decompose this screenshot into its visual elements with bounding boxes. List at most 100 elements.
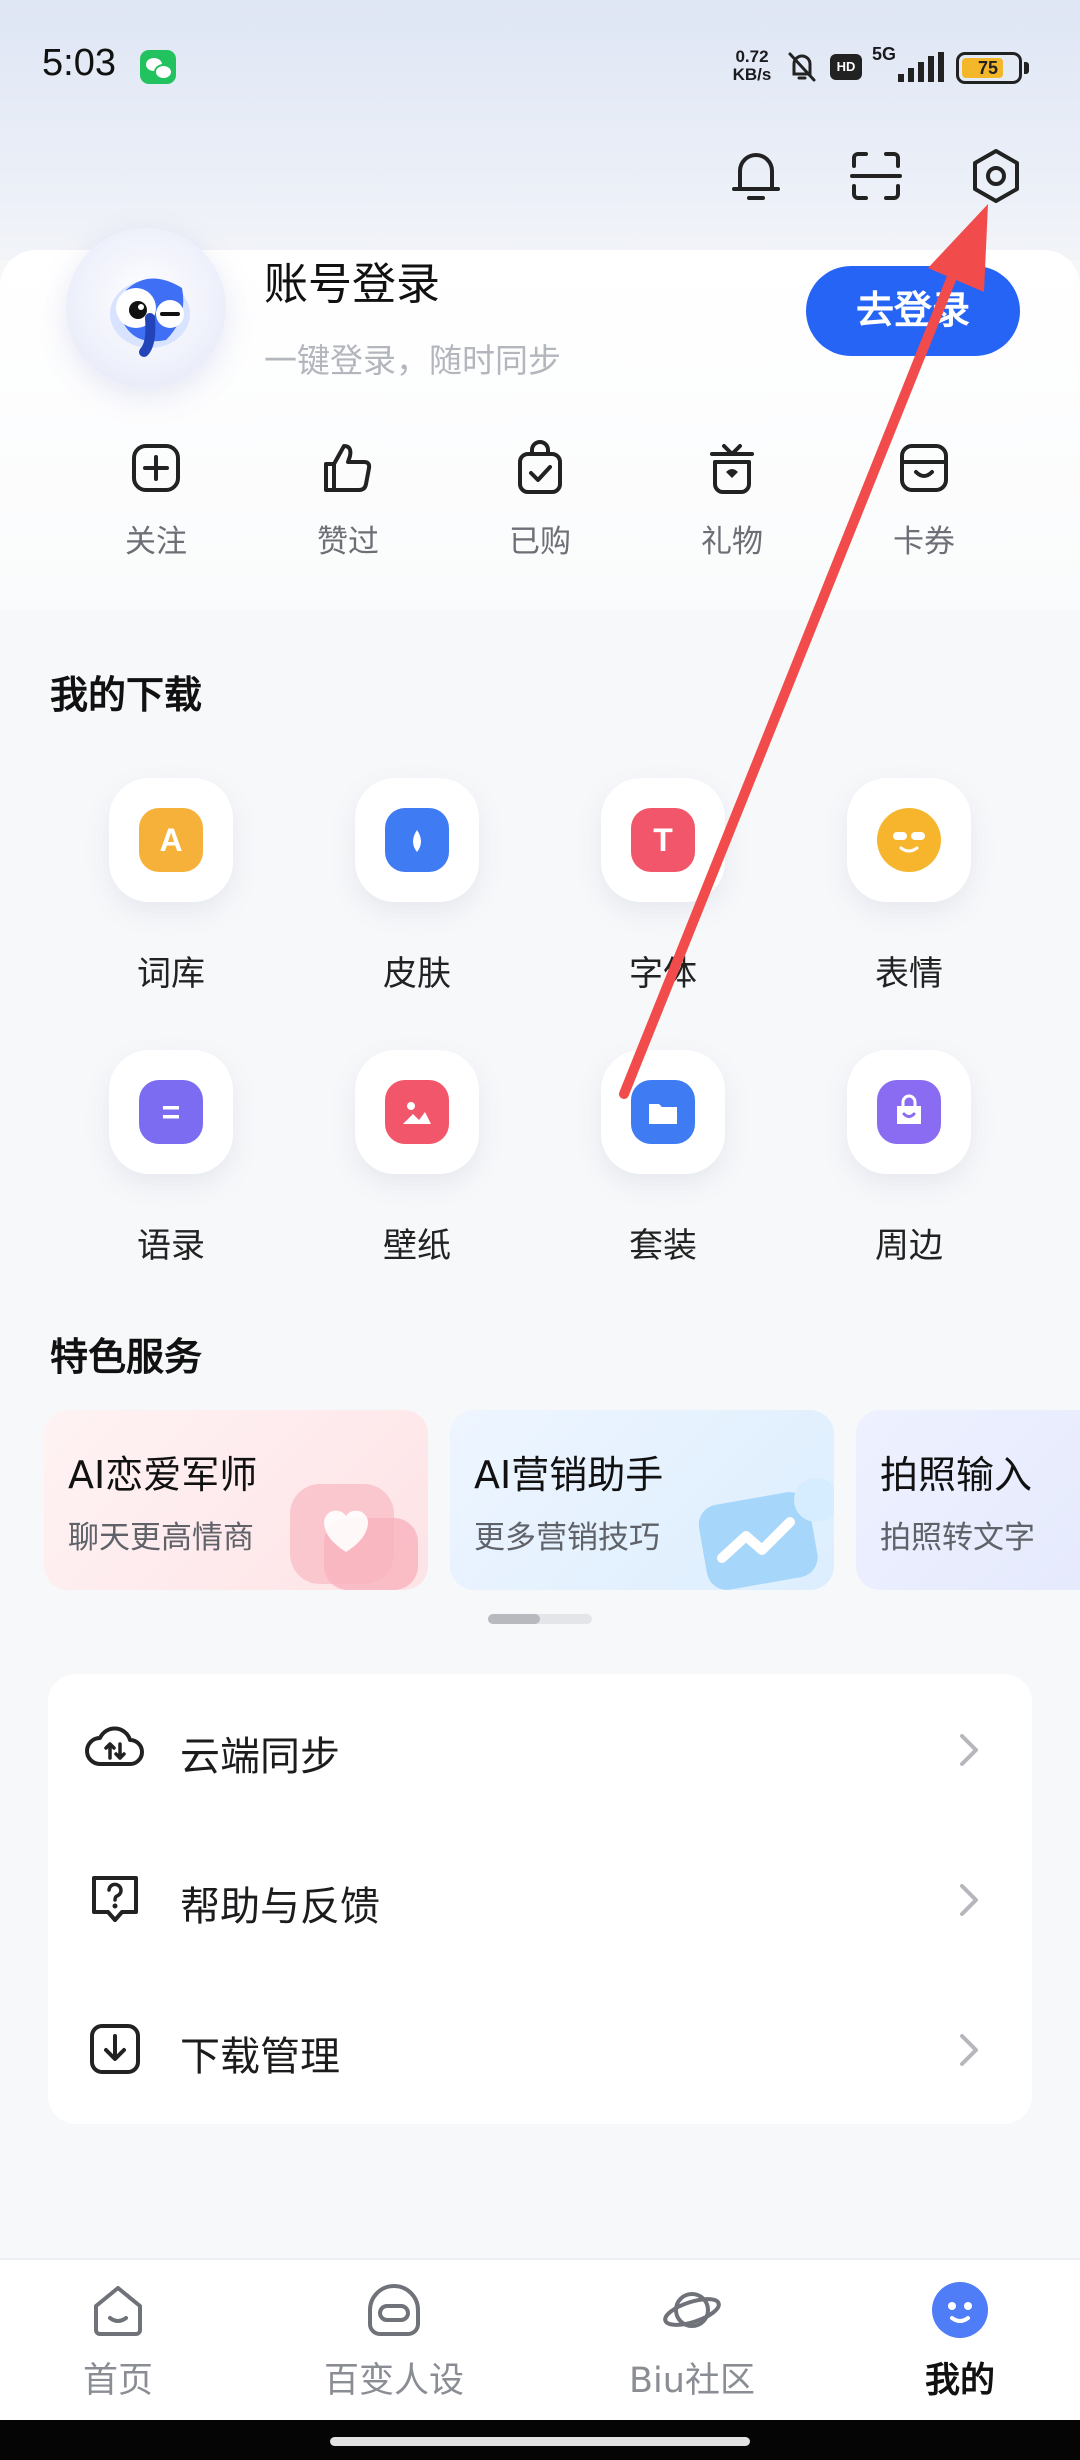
download-item-label: 套装 <box>629 1226 697 1266</box>
wechat-notification-icon <box>140 50 176 84</box>
profile-title[interactable]: 账号登录 <box>264 248 440 312</box>
service-card-subtitle: 聊天更高情商 <box>68 1520 254 1556</box>
download-item-skin[interactable]: 皮肤 <box>332 778 502 998</box>
download-item-label: 壁纸 <box>383 1226 451 1266</box>
quick-action-purchased[interactable]: 已购 <box>470 440 610 570</box>
download-item-bundle[interactable]: 套装 <box>578 1050 748 1270</box>
menu-item-cloud-sync[interactable]: 云端同步 <box>48 1674 1032 1824</box>
scan-icon <box>850 152 902 200</box>
download-item-emoji[interactable]: 表情 <box>824 778 994 998</box>
persona-icon <box>368 2284 420 2336</box>
notification-bell-button[interactable] <box>720 140 792 212</box>
download-item-label: 表情 <box>875 954 943 994</box>
tab-me[interactable]: 我的 <box>860 2260 1060 2422</box>
service-card-title: 拍照输入 <box>880 1453 1033 1497</box>
home-icon <box>94 2286 142 2336</box>
merch-icon <box>877 1080 941 1144</box>
quick-action-label: 赞过 <box>317 524 379 560</box>
network-speed: 0.72 KB/s <box>732 47 772 84</box>
service-card-ai-marketing[interactable]: AI营销助手 更多营销技巧 <box>450 1410 834 1590</box>
tab-label: 我的 <box>924 2361 995 2401</box>
quick-action-label: 卡券 <box>893 524 955 560</box>
menu-list: 云端同步 帮助与反馈 下载管理 <box>48 1674 1032 2124</box>
login-button[interactable]: 去登录 <box>806 266 1020 356</box>
mascot-avatar-icon <box>110 278 190 357</box>
quick-action-label: 礼物 <box>701 524 763 560</box>
tab-label: Biu社区 <box>629 2361 755 2401</box>
menu-item-download-manager[interactable]: 下载管理 <box>48 1974 1032 2124</box>
service-card-photo-input[interactable]: 拍照输入 拍照转文字 <box>856 1410 1080 1590</box>
scan-button[interactable] <box>840 140 912 212</box>
download-item-font[interactable]: T 字体 <box>578 778 748 998</box>
tab-label: 百变人设 <box>323 2361 464 2401</box>
plus-square-icon <box>132 444 180 492</box>
download-item-label: 皮肤 <box>383 954 451 994</box>
skin-icon <box>385 808 449 872</box>
battery-indicator: 75 <box>956 52 1022 84</box>
bottom-tab-bar: 首页 百变人设 Biu社区 我的 <box>0 2258 1080 2420</box>
chevron-right-icon <box>960 1734 978 1766</box>
wallpaper-icon <box>385 1080 449 1144</box>
profile-subtitle: 一键登录，随时同步 <box>264 341 561 380</box>
shopping-bag-icon <box>518 440 562 494</box>
quick-action-gift[interactable]: 礼物 <box>662 440 802 570</box>
emoji-icon <box>877 808 941 872</box>
tab-community[interactable]: Biu社区 <box>592 2260 792 2422</box>
quick-action-coupon[interactable]: 卡券 <box>854 440 994 570</box>
cellular-signal-icon: 5G <box>872 44 944 84</box>
download-item-wallpaper[interactable]: 壁纸 <box>332 1050 502 1270</box>
service-card-ai-love[interactable]: AI恋爱军师 聊天更高情商 <box>44 1410 428 1590</box>
quick-action-label: 关注 <box>125 524 187 560</box>
download-item-label: 词库 <box>137 954 205 994</box>
status-bar: 5:03 0.72 KB/s HD 5G 75 <box>0 0 1080 130</box>
services-section-title: 特色服务 <box>50 1335 203 1379</box>
download-item-label: 语录 <box>137 1226 205 1266</box>
cloud-sync-icon <box>85 1726 144 1766</box>
avatar[interactable] <box>66 228 226 388</box>
service-card-title: AI营销助手 <box>474 1453 664 1497</box>
downloads-section-title: 我的下载 <box>50 673 203 717</box>
gift-icon <box>710 444 754 494</box>
quick-action-follow[interactable]: 关注 <box>86 440 226 570</box>
coupon-icon <box>900 444 948 492</box>
settings-icon <box>973 149 1019 203</box>
settings-button[interactable] <box>960 140 1032 212</box>
quick-action-liked[interactable]: 赞过 <box>278 440 418 570</box>
menu-item-label: 帮助与反馈 <box>180 1884 380 1930</box>
me-icon <box>932 2282 988 2338</box>
service-card-subtitle: 拍照转文字 <box>880 1520 1035 1556</box>
help-icon <box>92 1876 138 1922</box>
service-card-subtitle: 更多营销技巧 <box>474 1520 660 1556</box>
services-scroll-indicator <box>488 1614 592 1624</box>
status-time: 5:03 <box>42 42 116 84</box>
planet-icon <box>663 2292 721 2328</box>
service-card-title: AI恋爱军师 <box>68 1453 258 1497</box>
tab-home[interactable]: 首页 <box>18 2260 218 2422</box>
lexicon-icon: A <box>139 808 203 872</box>
chevron-right-icon <box>960 1884 978 1916</box>
hd-badge: HD <box>830 54 862 80</box>
quotes-icon: = <box>139 1080 203 1144</box>
tab-label: 首页 <box>82 2361 153 2401</box>
home-indicator[interactable] <box>330 2437 750 2446</box>
download-item-label: 字体 <box>629 954 697 994</box>
hearts-icon <box>290 1484 418 1590</box>
menu-item-label: 云端同步 <box>180 1734 340 1780</box>
download-item-label: 周边 <box>875 1226 943 1266</box>
quick-action-label: 已购 <box>509 524 571 560</box>
mute-bell-icon <box>788 52 816 82</box>
bundle-icon <box>631 1080 695 1144</box>
bell-icon <box>732 153 780 200</box>
tab-persona[interactable]: 百变人设 <box>294 2260 494 2422</box>
download-icon <box>90 2024 140 2074</box>
services-scroll-thumb <box>488 1614 540 1624</box>
my-page: 5:03 0.72 KB/s HD 5G 75 账号登录 一键登录，随时同步 去… <box>0 0 1080 2460</box>
download-item-quotes[interactable]: = 语录 <box>86 1050 256 1270</box>
chevron-right-icon <box>960 2034 978 2066</box>
download-item-lexicon[interactable]: A 词库 <box>86 778 256 998</box>
font-icon: T <box>631 808 695 872</box>
download-item-merch[interactable]: 周边 <box>824 1050 994 1270</box>
trend-chart-icon <box>698 1478 834 1590</box>
menu-item-label: 下载管理 <box>180 2034 340 2080</box>
menu-item-help-feedback[interactable]: 帮助与反馈 <box>48 1824 1032 1974</box>
